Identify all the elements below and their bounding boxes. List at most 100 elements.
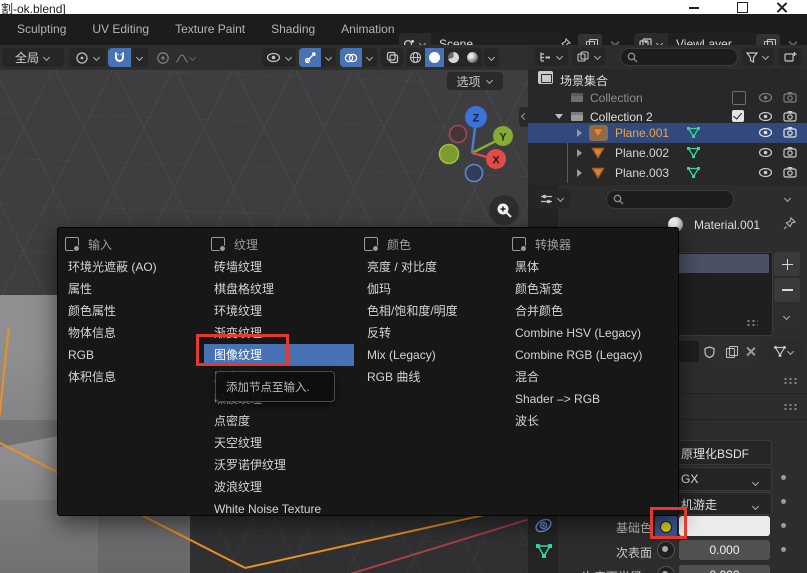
camera-icon[interactable] [783,91,797,103]
shading-options-dropdown[interactable] [484,48,499,67]
proportional-falloff-dropdown[interactable] [175,50,195,66]
object-data-tab-icon[interactable] [534,542,554,560]
outliner-search-input[interactable] [620,48,738,66]
proportional-edit-toggle[interactable] [155,50,171,66]
animate-dot[interactable] [781,499,786,504]
expand-icon[interactable] [577,129,582,137]
outliner-row-collection[interactable]: Collection [528,88,807,107]
minimize-button[interactable] [686,0,702,14]
eye-icon[interactable] [758,167,773,178]
collection-exclude-checkbox[interactable] [732,91,746,105]
camera-icon[interactable] [783,166,797,178]
pin-icon[interactable] [782,216,797,231]
tab-shading[interactable]: Shading [258,14,328,45]
menu-item-color-ramp[interactable]: 颜色渐变 [505,278,676,300]
menu-item-sky-texture[interactable]: 天空纹理 [204,432,354,454]
new-material-button[interactable] [720,341,740,362]
physics-tab-icon[interactable] [533,515,554,536]
menu-item-object-info[interactable]: 物体信息 [58,322,204,344]
expand-icon[interactable] [577,149,582,157]
gizmo-options-dropdown[interactable] [321,48,336,67]
fake-user-button[interactable] [699,341,719,362]
eye-icon[interactable] [758,92,773,103]
menu-item-combine-color[interactable]: 合并颜色 [505,300,676,322]
camera-icon[interactable] [783,126,797,138]
subsurface-radius-slider[interactable]: 0.000 [679,565,770,573]
menu-item-bright-contrast[interactable]: 亮度 / 对比度 [357,256,505,278]
outliner-filter-dropdown[interactable] [742,48,774,66]
menu-item-brick-texture[interactable]: 砖墙纹理 [204,256,354,278]
menu-item-wave-texture[interactable]: 波浪纹理 [204,476,354,498]
menu-item-color-attribute[interactable]: 颜色属性 [58,300,204,322]
menu-item-ambient-occlusion[interactable]: 环境光遮蔽 (AO) [58,256,204,278]
add-material-slot-button[interactable] [774,252,800,276]
snap-options-dropdown[interactable] [132,48,148,67]
menu-item-rgb[interactable]: RGB [58,344,204,366]
animate-dot[interactable] [781,547,786,552]
drag-grip-icon[interactable] [783,377,799,384]
outliner-row-plane-002[interactable]: Plane.002 [528,143,807,163]
tab-sculpting[interactable]: Sculpting [4,14,79,45]
menu-item-attribute[interactable]: 属性 [58,278,204,300]
snap-toggle-button[interactable] [108,48,131,67]
menu-item-blackbody[interactable]: 黑体 [505,256,676,278]
menu-item-mix-legacy[interactable]: Mix (Legacy) [357,344,505,366]
tab-texture-paint[interactable]: Texture Paint [162,14,258,45]
tab-animation[interactable]: Animation [328,14,396,45]
animate-dot[interactable] [781,523,786,528]
menu-item-voronoi-texture[interactable]: 沃罗诺伊纹理 [204,454,354,476]
show-overlays-toggle[interactable] [340,48,362,67]
shading-rendered-button[interactable] [463,48,482,67]
tab-uv-editing[interactable]: UV Editing [79,14,162,45]
menu-item-wavelength[interactable]: 波长 [505,410,676,432]
eye-icon[interactable] [758,111,773,122]
remove-material-slot-button[interactable] [774,278,800,302]
camera-icon[interactable] [783,110,797,122]
show-visibility-dropdown[interactable] [262,48,296,67]
menu-item-gamma[interactable]: 伽玛 [357,278,505,300]
viewport-options-dropdown[interactable]: 选项 [447,72,503,90]
sidebar-toggle[interactable] [519,107,528,127]
collection2-exclude-checkbox[interactable] [732,110,744,122]
unlink-material-button[interactable] [741,341,759,362]
node-tree-dropdown[interactable] [766,341,802,362]
camera-icon[interactable] [783,146,797,158]
new-collection-button[interactable] [778,48,802,66]
shading-solid-button[interactable] [425,48,444,67]
menu-item-combine-rgb-legacy[interactable]: Combine RGB (Legacy) [505,344,676,366]
menu-item-mix[interactable]: 混合 [505,366,676,388]
outliner-row-plane-001[interactable]: Plane.001 [528,123,807,143]
pivot-point-dropdown[interactable] [69,48,106,67]
expand-icon[interactable] [555,114,563,119]
editor-type-dropdown[interactable] [534,48,568,66]
maximize-button[interactable] [734,0,750,14]
show-gizmo-toggle[interactable] [299,48,321,67]
shading-material-button[interactable] [444,48,463,67]
eye-icon[interactable] [758,147,773,158]
transform-orientation-dropdown[interactable]: 全局 [2,48,64,67]
menu-item-rgb-curves[interactable]: RGB 曲线 [357,366,505,388]
display-mode-dropdown[interactable] [572,48,606,66]
animate-dot[interactable] [781,475,786,480]
material-slot-specials-dropdown[interactable] [774,306,800,328]
close-button[interactable] [774,0,790,14]
subsurface-slider[interactable]: 0.000 [679,540,770,560]
properties-options-dropdown[interactable] [780,192,796,206]
xray-toggle[interactable] [381,48,403,67]
properties-search-input[interactable] [606,190,734,209]
outliner-row-scene-collection[interactable]: 场景集合 [528,69,807,88]
overlays-options-dropdown[interactable] [362,48,377,67]
menu-item-white-noise-texture[interactable]: White Noise Texture [204,498,354,520]
subsurface-socket[interactable] [657,541,675,559]
menu-item-combine-hsv-legacy[interactable]: Combine HSV (Legacy) [505,322,676,344]
menu-item-shader-to-rgb[interactable]: Shader –> RGB [505,388,676,410]
outliner-row-plane-003[interactable]: Plane.003 [528,163,807,183]
eye-icon[interactable] [758,127,773,138]
viewport-zoom-button[interactable] [489,195,519,225]
expand-icon[interactable] [577,169,582,177]
menu-item-checker-texture[interactable]: 棋盘格纹理 [204,278,354,300]
base-color-swatch[interactable] [679,516,770,536]
subsurface-radius-socket[interactable] [657,566,675,573]
navigation-gizmo[interactable]: Z Y X [430,96,514,192]
shading-wireframe-button[interactable] [406,48,425,67]
